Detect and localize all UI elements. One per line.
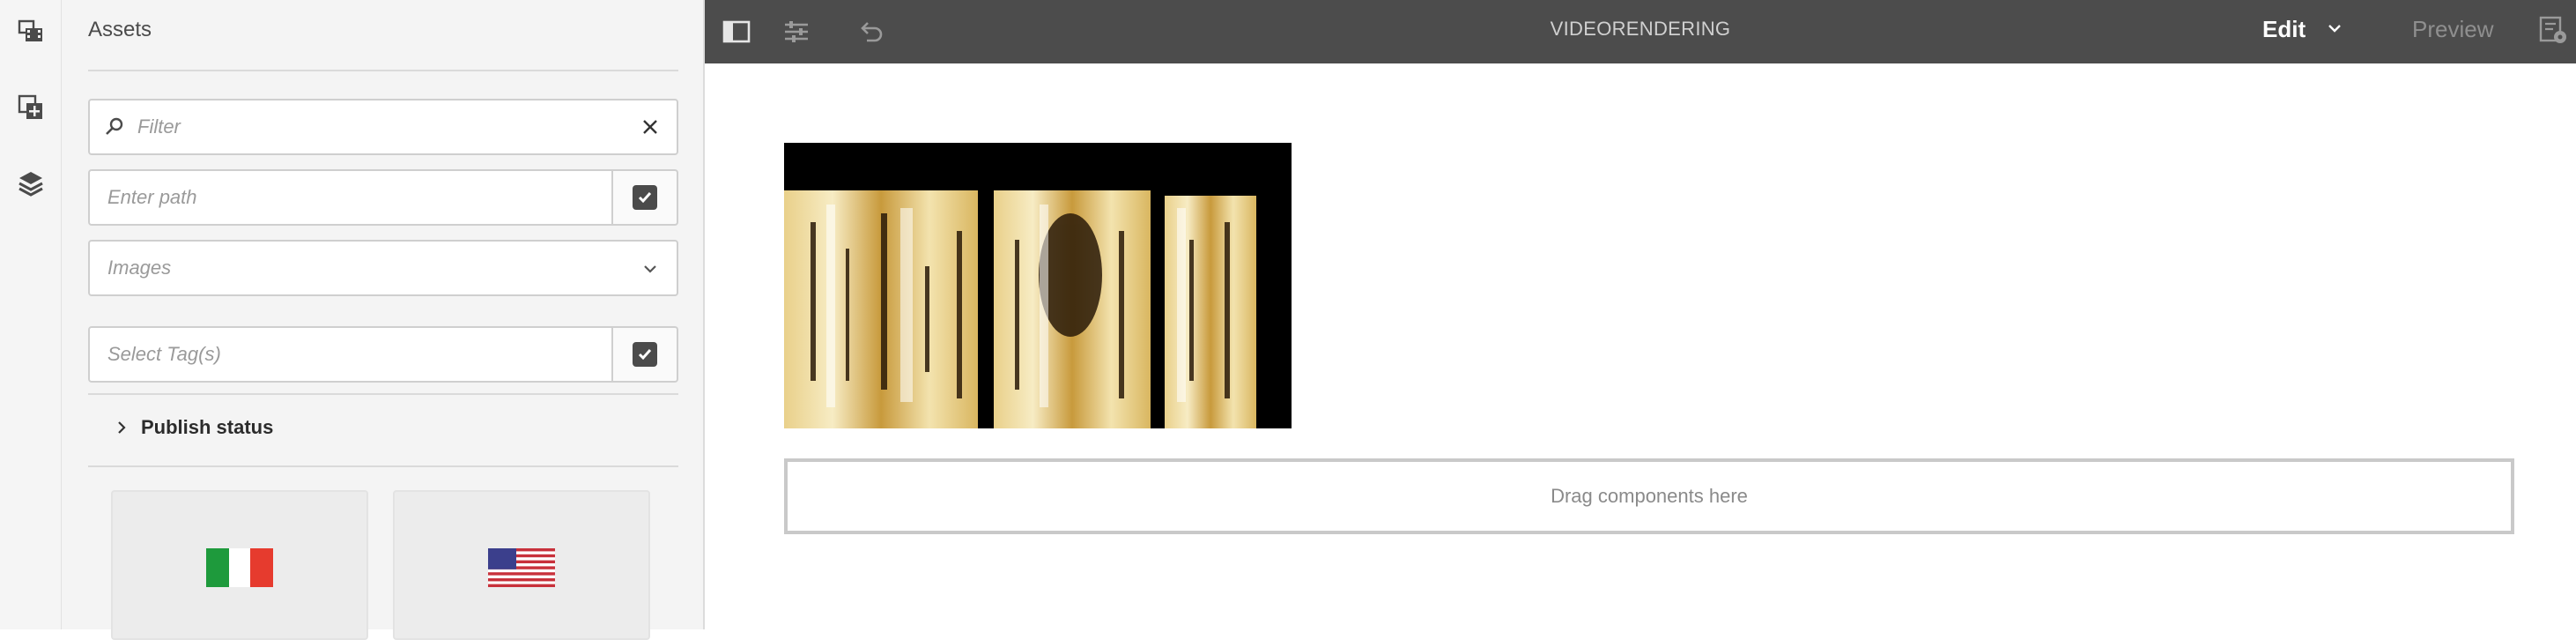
clear-icon[interactable]	[641, 118, 659, 136]
path-input[interactable]: Enter path	[88, 169, 613, 226]
divider	[88, 393, 678, 395]
editor-toolbar: VIDEORENDERING Edit Preview	[705, 0, 2576, 63]
assets-browser-icon	[18, 19, 42, 41]
video-component[interactable]	[784, 143, 1292, 428]
mode-select[interactable]: Edit	[2262, 0, 2306, 58]
video-frame	[784, 143, 1292, 428]
page-properties-icon[interactable]	[781, 16, 812, 48]
filter-placeholder: Filter	[137, 115, 181, 138]
checkmark-icon	[633, 342, 657, 367]
chevron-right-icon	[118, 421, 126, 434]
undo-icon[interactable]	[855, 16, 886, 48]
path-picker-button[interactable]	[613, 169, 678, 226]
preview-button[interactable]: Preview	[2412, 0, 2493, 58]
us-flag-thumbnail	[488, 548, 555, 587]
tags-picker-button[interactable]	[613, 326, 678, 383]
drop-zone-label: Drag components here	[1551, 485, 1748, 507]
publish-status-toggle[interactable]: Publish status	[116, 416, 273, 439]
rail-assets-button[interactable]	[0, 5, 61, 58]
chevron-down-icon[interactable]	[2328, 23, 2342, 33]
side-rail	[0, 0, 63, 629]
components-icon	[18, 94, 42, 119]
asset-card[interactable]	[111, 490, 368, 640]
drop-zone[interactable]: Drag components here	[784, 458, 2514, 534]
chevron-down-icon	[644, 265, 656, 273]
path-placeholder: Enter path	[107, 186, 197, 208]
divider	[88, 465, 678, 467]
emulator-icon[interactable]	[2537, 14, 2569, 46]
asset-type-select[interactable]: Images	[88, 240, 678, 296]
divider	[88, 70, 678, 71]
panel-title: Assets	[88, 18, 152, 41]
search-icon	[106, 117, 123, 135]
tags-input[interactable]: Select Tag(s)	[88, 326, 613, 383]
asset-card[interactable]	[393, 490, 650, 640]
side-panel-toggle-icon[interactable]	[721, 16, 752, 48]
asset-type-value: Images	[107, 257, 172, 279]
page-canvas: Drag components here	[705, 63, 2576, 629]
filter-input[interactable]: Filter	[88, 99, 678, 155]
assets-panel: Assets Filter Enter path Images Select T…	[62, 0, 705, 640]
content-tree-icon	[18, 172, 43, 197]
rail-components-button[interactable]	[0, 81, 61, 134]
publish-status-label: Publish status	[141, 416, 274, 438]
checkmark-icon	[633, 185, 657, 210]
tags-placeholder: Select Tag(s)	[107, 343, 221, 365]
italy-flag-thumbnail	[206, 548, 273, 587]
rail-content-tree-button[interactable]	[0, 157, 61, 210]
